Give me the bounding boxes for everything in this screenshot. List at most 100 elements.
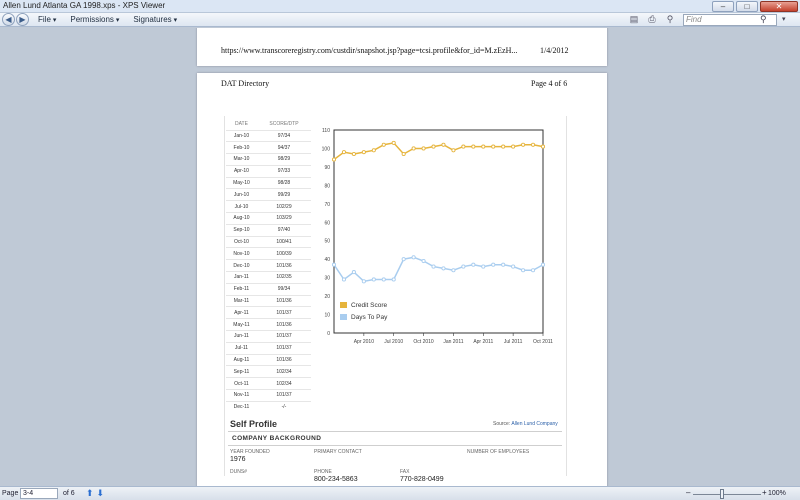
close-button[interactable]: ✕	[760, 1, 798, 12]
y-tick-label: 20	[324, 294, 330, 300]
y-tick-label: 40	[324, 257, 330, 263]
arrow-up-icon[interactable]: ⬆	[86, 488, 94, 499]
data-point	[501, 144, 506, 149]
page-nav: ⬆ ⬇	[86, 488, 104, 499]
data-point	[491, 262, 496, 267]
data-point	[501, 262, 506, 267]
x-tick-label: Apr 2010	[354, 339, 375, 345]
chevron-down-icon[interactable]: ▾	[782, 15, 786, 23]
table-cell-score: 100/41	[256, 235, 311, 248]
document-area[interactable]: https://www.transcoreregistry.com/custdi…	[0, 28, 800, 486]
zoom-icon[interactable]: ⚲	[664, 14, 676, 25]
page-current: DAT Directory Page 4 of 6 DATE SCORE/DTP…	[197, 73, 607, 486]
table-cell-date: Mar-10	[226, 153, 257, 166]
y-tick-label: 90	[324, 165, 330, 171]
data-point	[521, 142, 526, 147]
search-icon[interactable]: ⚲	[760, 14, 767, 25]
table-cell-score: 98/29	[256, 153, 311, 166]
back-arrow-icon[interactable]: ◀	[2, 13, 15, 26]
table-cell-date: Mar-11	[226, 294, 257, 307]
y-tick-label: 80	[324, 183, 330, 189]
legend-swatch	[340, 302, 347, 308]
table-row: Jul-11 101/37	[226, 341, 311, 355]
table-cell-score: 97/33	[256, 164, 311, 178]
table-cell-score: 102/34	[256, 365, 311, 378]
data-point	[511, 144, 516, 149]
toolbar: ◀ ▶ File Permissions Signatures ▤ ⎙ ⚲ Fi…	[0, 13, 800, 27]
status-bar: Page 3-4 of 6 ⬆ ⬇ – + 100%	[0, 486, 800, 500]
table-cell-score: 97/34	[256, 129, 311, 142]
data-point	[521, 268, 526, 273]
data-point	[540, 262, 546, 267]
table-row: Feb-11 99/34	[226, 282, 311, 296]
frame-divider	[224, 116, 225, 476]
chart-svg: 0 10 20 30 40 50 60 70 80 90 100 110 Apr 2010 Jul 201…	[322, 128, 554, 345]
table-cell-score: 99/34	[256, 282, 311, 296]
zoom-slider-thumb[interactable]	[720, 489, 725, 499]
table-row: Nov-10 100/39	[226, 247, 311, 260]
zoom-out-icon[interactable]: –	[686, 488, 690, 497]
data-point	[461, 144, 466, 149]
menu-file[interactable]: File	[38, 15, 56, 24]
table-row: Mar-10 98/29	[226, 153, 311, 166]
table-row: May-10 98/28	[226, 176, 311, 189]
maximize-button[interactable]: □	[736, 1, 758, 12]
table-header-score: SCORE/DTP	[269, 120, 299, 127]
divider	[228, 445, 562, 446]
zoom-in-icon[interactable]: +	[762, 488, 767, 497]
table-row: Oct-11 102/34	[226, 377, 311, 390]
table-cell-score: 97/40	[256, 223, 311, 237]
table-row: Jul-10 102/29	[226, 200, 311, 213]
menu-permissions[interactable]: Permissions	[70, 15, 119, 24]
table-row: Oct-10 100/41	[226, 235, 311, 248]
y-tick-label: 110	[322, 128, 330, 134]
table-row: Nov-11 101/37	[226, 389, 311, 402]
table-cell-date: Feb-11	[226, 282, 257, 296]
data-point	[401, 257, 406, 262]
page-header-left: DAT Directory	[221, 79, 270, 88]
divider	[228, 431, 562, 432]
data-point	[381, 142, 386, 147]
self-profile-title: Self Profile	[230, 419, 278, 429]
y-tick-label: 100	[322, 146, 331, 152]
data-point	[530, 142, 536, 147]
page-view-icon[interactable]: ▤	[628, 14, 640, 25]
table-row: Feb-10 94/37	[226, 141, 311, 154]
table-cell-score: 101/37	[256, 306, 311, 319]
data-point	[411, 146, 416, 151]
data-point	[331, 262, 337, 267]
table-cell-score: 101/37	[256, 330, 311, 343]
page-number-input[interactable]: 3-4	[20, 488, 58, 499]
minimize-button[interactable]: –	[712, 1, 734, 12]
menu-signatures[interactable]: Signatures	[133, 15, 177, 24]
data-point	[431, 264, 436, 269]
phone-label: PHONE	[314, 469, 332, 475]
table-row: Aug-11 101/36	[226, 353, 311, 366]
print-icon[interactable]: ⎙	[646, 14, 658, 25]
data-point	[341, 150, 347, 155]
table-row: Apr-11 101/37	[226, 306, 311, 319]
table-cell-date: Jan-10	[226, 129, 257, 142]
table-cell-date: Jul-11	[226, 341, 257, 355]
data-point	[351, 151, 356, 157]
table-cell-score: 103/29	[256, 212, 311, 225]
forward-arrow-icon[interactable]: ▶	[16, 13, 29, 26]
y-tick-label: 60	[324, 220, 330, 226]
table-cell-score: 101/37	[256, 389, 311, 402]
table-cell-date: Dec-11	[226, 400, 257, 414]
data-point	[451, 148, 456, 153]
table-cell-date: Nov-10	[226, 247, 257, 260]
table-cell-date: Aug-11	[226, 353, 257, 366]
employees-label: NUMBER OF EMPLOYEES	[467, 449, 530, 455]
source-link[interactable]: Allen Lund Company	[511, 421, 557, 427]
table-cell-date: Sep-11	[226, 365, 257, 378]
data-point	[371, 148, 376, 153]
data-point	[421, 146, 426, 151]
data-point	[331, 157, 337, 162]
phone-value: 800-234-5863	[314, 476, 358, 483]
arrow-down-icon[interactable]: ⬇	[97, 488, 105, 499]
table-cell-score: 101/36	[256, 294, 311, 307]
table-row: Sep-10 97/40	[226, 223, 311, 237]
zoom-slider[interactable]	[693, 494, 761, 495]
table-row: Dec-10 101/36	[226, 259, 311, 272]
